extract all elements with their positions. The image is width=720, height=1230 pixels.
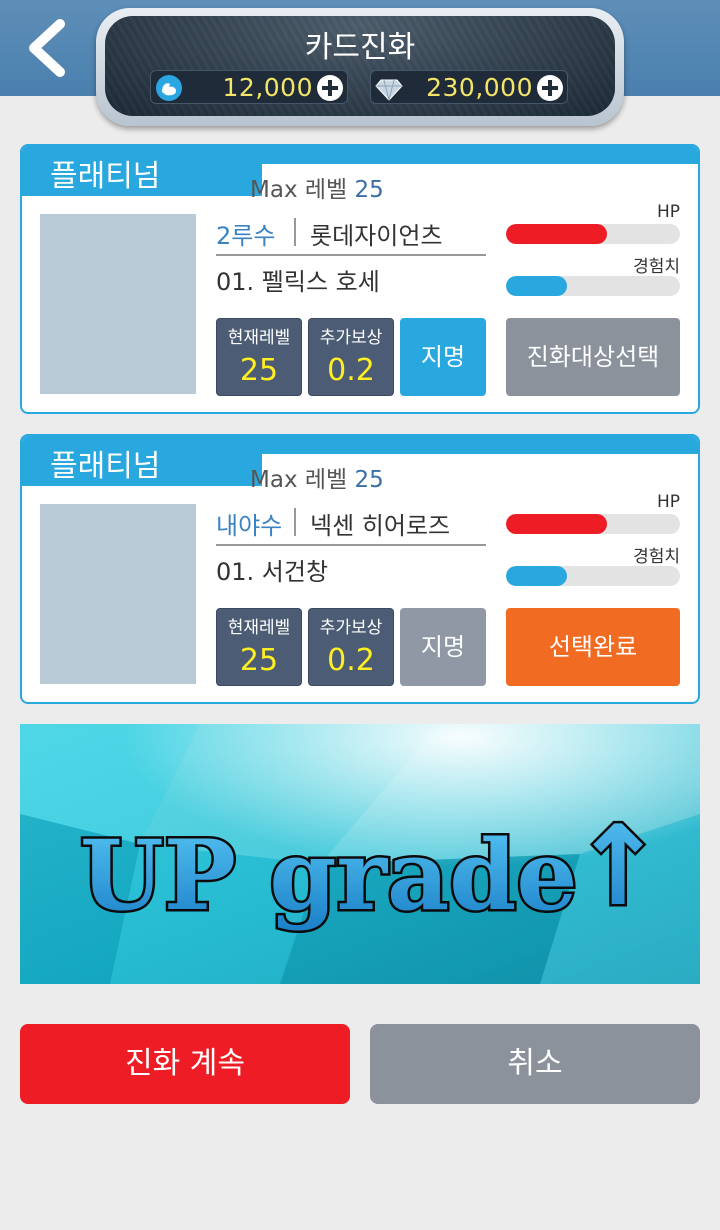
currency-diamond: 230,000 — [370, 70, 568, 104]
header-strip — [232, 146, 698, 164]
divider — [216, 544, 486, 546]
player-card: 플래티넘 Max 레벨 25 2루수 롯데자이언츠 01. 펠릭스 호세 현재레… — [20, 144, 700, 414]
divider — [216, 254, 486, 256]
max-level-value: 25 — [354, 177, 384, 203]
stat-value: 0.2 — [327, 643, 375, 678]
max-level-label: Max 레벨 — [250, 467, 348, 493]
hp-bar — [506, 224, 680, 244]
nominate-button[interactable]: 지명 — [400, 318, 486, 396]
max-level-value: 25 — [354, 467, 384, 493]
divider — [294, 218, 296, 246]
player-portrait — [40, 214, 196, 394]
diamond-icon — [375, 79, 403, 101]
stat-value: 0.2 — [327, 353, 375, 388]
divider — [294, 508, 296, 536]
stat-label: 현재레벨 — [227, 328, 291, 348]
player-name: 01. 펠릭스 호세 — [216, 268, 380, 296]
player-card: 플래티넘 Max 레벨 25 내야수 넥센 히어로즈 01. 서건창 현재레벨 … — [20, 434, 700, 704]
continue-evolution-button[interactable]: 진화 계속 — [20, 1024, 350, 1104]
max-level-label: Max 레벨 — [250, 177, 348, 203]
selection-complete-button[interactable]: 선택완료 — [506, 608, 680, 686]
exp-bar — [506, 276, 680, 296]
bonus-box: 추가보상 0.2 — [308, 608, 394, 686]
exp-bar — [506, 566, 680, 586]
muscle-icon — [156, 75, 182, 101]
banner-text: UP grade — [80, 819, 577, 932]
player-position: 2루수 — [216, 222, 276, 250]
grade-label: 플래티넘 — [50, 159, 161, 194]
player-name: 01. 서건창 — [216, 558, 329, 586]
stat-value: 25 — [239, 643, 279, 678]
player-position: 내야수 — [216, 512, 283, 540]
exp-fill — [506, 566, 567, 586]
stat-value: 25 — [239, 353, 279, 388]
upgrade-banner-art: UP grade ↑ — [20, 724, 700, 984]
hp-fill — [506, 514, 607, 534]
nominate-button[interactable]: 지명 — [400, 608, 486, 686]
hp-bar — [506, 514, 680, 534]
stat-label: 추가보상 — [319, 618, 383, 638]
player-portrait — [40, 504, 196, 684]
upgrade-banner: UP grade ↑ — [20, 724, 700, 984]
currency-diamond-value: 230,000 — [426, 73, 533, 102]
add-diamond-button[interactable] — [537, 75, 563, 101]
stat-label: 추가보상 — [319, 328, 383, 348]
hp-label: HP — [656, 202, 680, 222]
hp-fill — [506, 224, 607, 244]
currency-strength-value: 12,000 — [222, 73, 313, 102]
select-target-button[interactable]: 진화대상선택 — [506, 318, 680, 396]
player-team: 넥센 히어로즈 — [310, 512, 451, 540]
exp-label: 경험치 — [633, 547, 680, 567]
hp-label: HP — [656, 492, 680, 512]
grade-label: 플래티넘 — [50, 449, 161, 484]
stat-label: 현재레벨 — [227, 618, 291, 638]
current-level-box: 현재레벨 25 — [216, 318, 302, 396]
banner-arrow: ↑ — [572, 802, 664, 930]
exp-label: 경험치 — [633, 257, 680, 277]
exp-fill — [506, 276, 567, 296]
current-level-box: 현재레벨 25 — [216, 608, 302, 686]
player-team: 롯데자이언츠 — [310, 222, 443, 250]
currency-strength: 12,000 — [150, 70, 348, 104]
cancel-button[interactable]: 취소 — [370, 1024, 700, 1104]
bonus-box: 추가보상 0.2 — [308, 318, 394, 396]
add-strength-button[interactable] — [317, 75, 343, 101]
max-level: Max 레벨 25 — [250, 170, 384, 204]
page-title: 카드진화 — [304, 30, 416, 65]
header-strip — [232, 436, 698, 454]
max-level: Max 레벨 25 — [250, 460, 384, 494]
